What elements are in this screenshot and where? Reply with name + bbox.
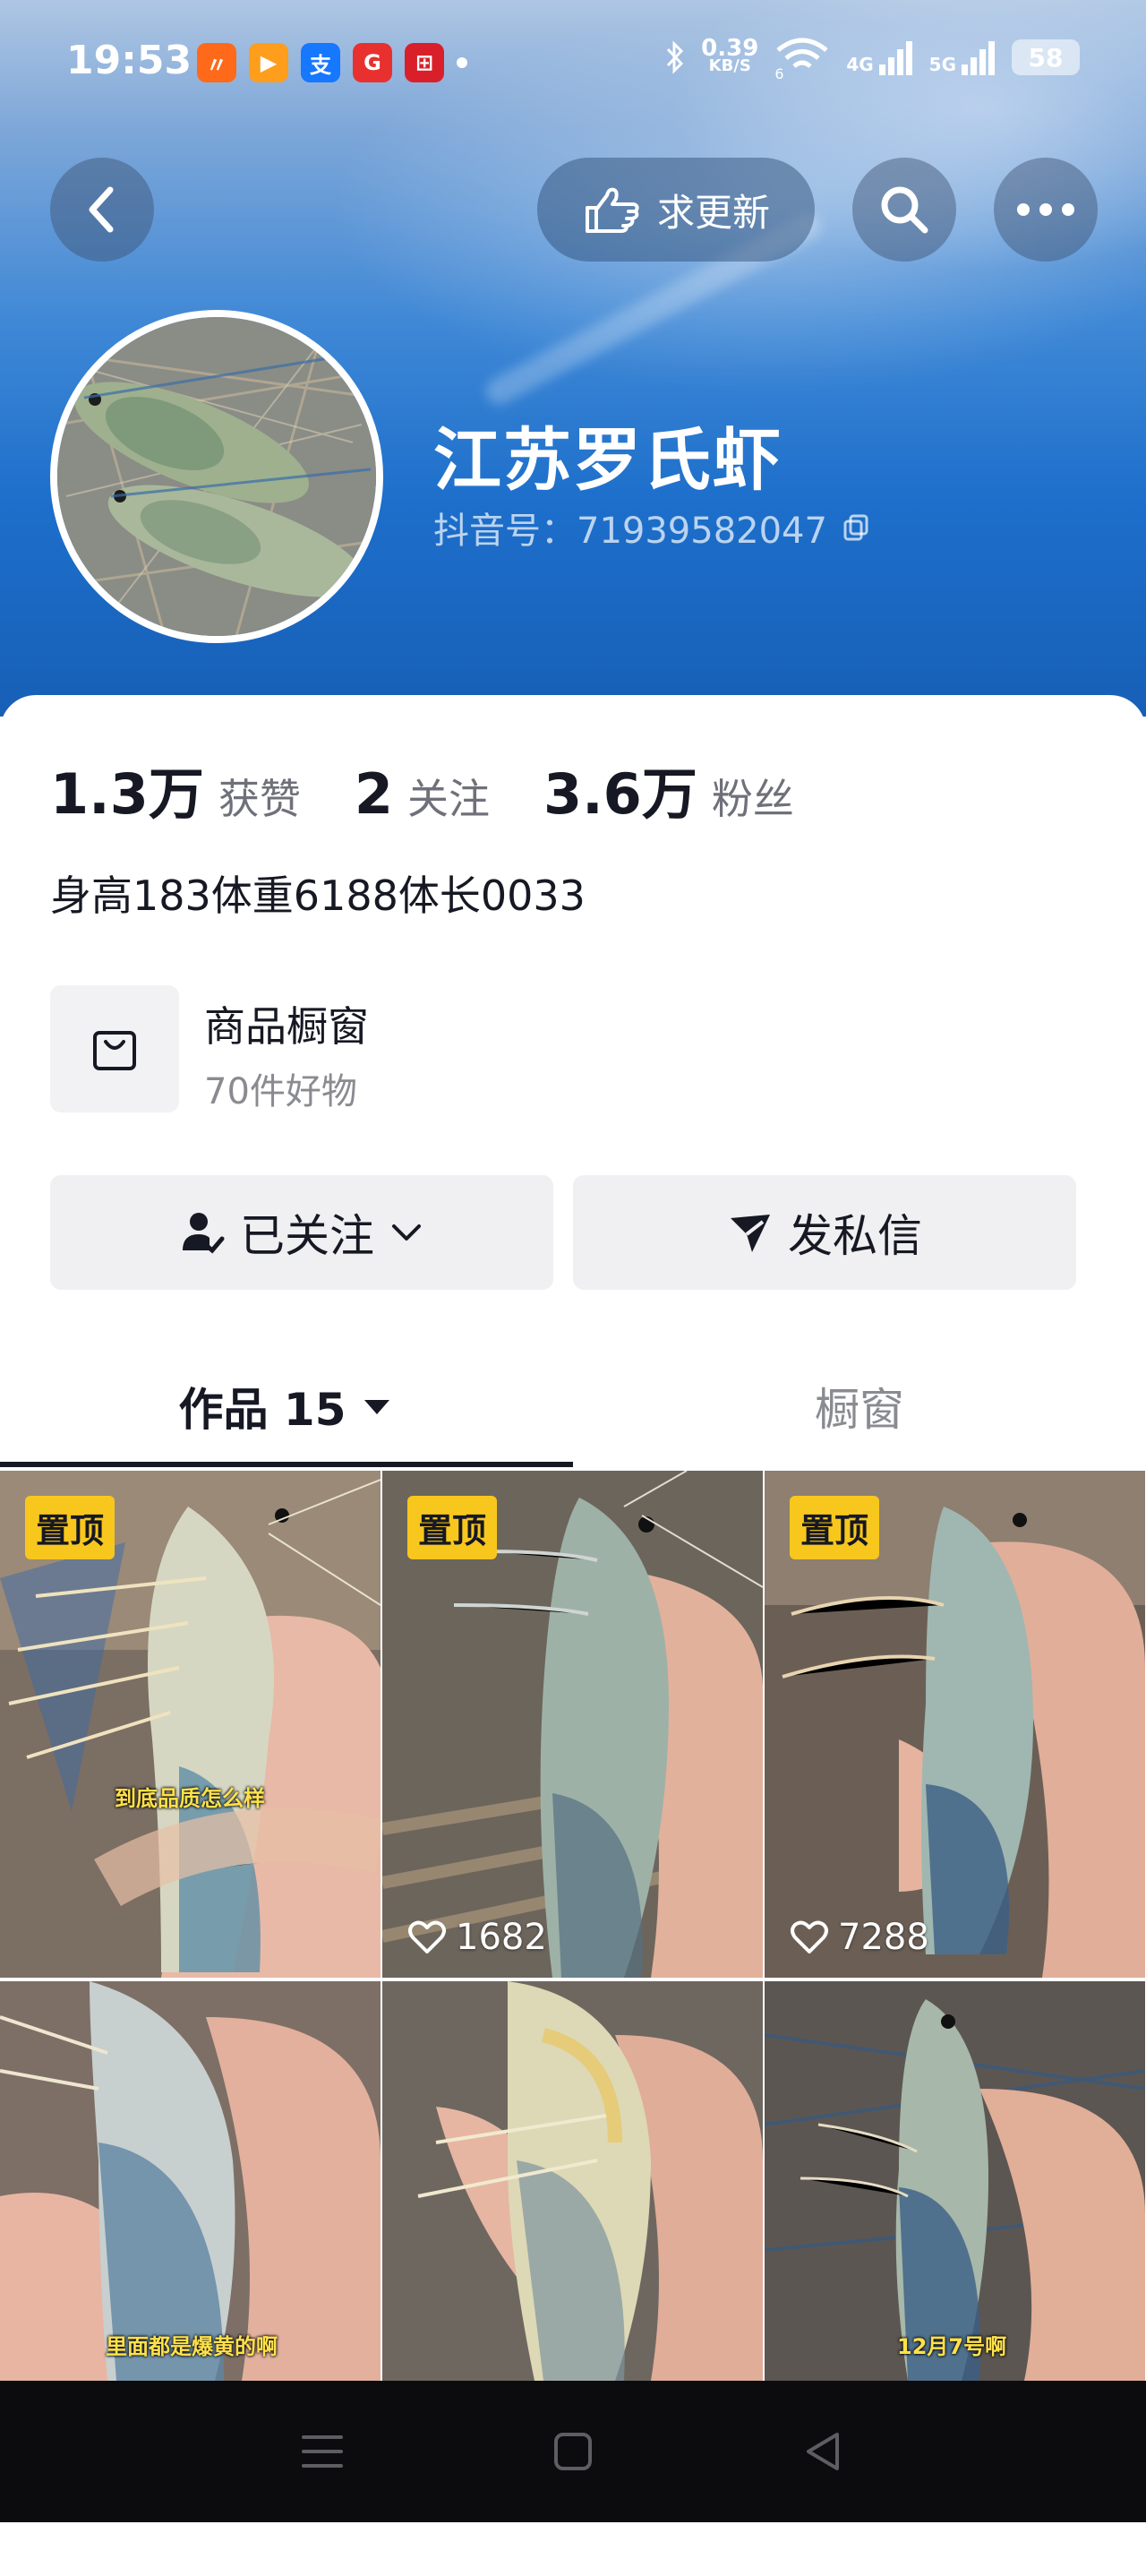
active-tab-indicator [0,1462,573,1467]
douyin-id-text: 抖音号：71939582047 [433,511,827,552]
system-navigation-bar [0,2381,1146,2522]
video-app-icon: ▶ [249,43,288,82]
followed-label: 已关注 [240,1210,374,1262]
net-speed: 0.39 KB/S [701,35,759,75]
signal-bars-icon [878,41,912,75]
signal-5g-label: 5G [928,54,956,75]
video-thumbnail[interactable]: 里面都是爆黄的啊 [0,1981,381,2381]
back-triangle-icon[interactable] [801,2429,846,2474]
tab-shop-window[interactable]: 橱窗 [573,1344,1146,1469]
shopping-bag-icon [93,1031,136,1070]
video-likes: 1682 [407,1917,547,1958]
profile-header: 19:53 〃 ▶ 支 G ⊞ 0.39 KB/S 6 4G 5G 58 求更新… [0,0,1146,717]
heart-icon [791,1920,828,1953]
followers-count[interactable]: 3.6万 [543,749,697,829]
send-message-button[interactable]: 发私信 [573,1175,1076,1290]
alipay-icon: 支 [301,43,340,82]
pinned-badge: 置顶 [407,1496,498,1559]
chevron-down-icon [392,1224,421,1241]
more-notifications-dot [457,57,467,68]
tab-works-label: 作品 15 [178,1384,346,1436]
video-likes-count: 7288 [838,1917,929,1958]
g-app-icon: G [353,43,392,82]
search-button[interactable] [852,158,956,262]
shop-window-subtitle[interactable]: 70件好物 [204,1062,357,1114]
likes-label: 获赞 [218,775,301,823]
video-caption: 到底品质怎么样 [115,1786,265,1811]
shrimp-video-thumbnail [0,1981,381,2381]
following-label[interactable]: 关注 [407,767,490,826]
douyin-id-row[interactable]: 抖音号：71939582047 [433,502,872,554]
signal-4g: 4G [846,39,912,75]
signal-5g: 5G [929,39,996,75]
pinned-badge: 置顶 [790,1496,880,1559]
pinned-badge: 置顶 [25,1496,115,1559]
battery-indicator: 58 [1012,39,1080,75]
notification-icons: 〃 ▶ 支 G ⊞ [197,43,467,82]
shrimp-video-thumbnail [382,1981,763,2381]
heart-icon [408,1920,446,1953]
video-likes-count: 1682 [456,1917,547,1958]
status-time: 19:53 [66,38,192,83]
pointing-hand-icon [585,187,639,233]
video-caption: 里面都是爆黄的啊 [106,2334,278,2359]
signal-4g-label: 4G [846,54,874,75]
bluetooth-icon [667,40,684,74]
more-button[interactable] [994,158,1098,262]
bio-text: 身高183体重6188体长0033 [50,872,586,920]
home-square-icon[interactable] [551,2429,595,2474]
status-indicators: 0.39 KB/S 6 4G 5G 58 [665,35,1080,82]
video-thumbnail[interactable]: 置顶 7288 [765,1471,1145,1978]
caret-down-icon [363,1400,389,1414]
send-message-label: 发私信 [788,1210,922,1262]
shop-window-entry[interactable] [50,985,179,1112]
copy-icon[interactable] [842,512,872,543]
wifi-label: 6 [774,65,784,82]
video-thumbnail[interactable]: 置顶 到底品质怎么样 [0,1471,381,1978]
request-update-label: 求更新 [656,190,770,235]
stats-row: 1.3万 获赞 2 关注 3.6万 粉丝 [50,749,848,829]
net-speed-value: 0.39 [701,35,759,62]
video-thumbnail[interactable]: 12月7号啊 [765,1981,1145,2381]
account-name: 江苏罗氏虾 [433,420,783,500]
search-icon [881,186,928,234]
followers-label[interactable]: 粉丝 [712,767,794,826]
following-count[interactable]: 2 [355,761,393,827]
tab-shop-label: 橱窗 [815,1384,904,1436]
menu-icon[interactable] [300,2432,345,2471]
video-caption: 12月7号啊 [897,2334,1007,2359]
shopping-app-icon: ⊞ [405,43,444,82]
request-update-button[interactable]: 求更新 [537,158,815,262]
video-thumbnail[interactable] [382,1981,763,2381]
video-thumbnail[interactable]: 置顶 1682 [382,1471,763,1978]
shrimp-video-thumbnail [765,1981,1145,2381]
signal-bars-icon [962,41,995,75]
tab-works[interactable]: 作品 15 [0,1344,573,1469]
content-tabs: 作品 15 橱窗 [0,1344,1146,1469]
shrimp-avatar-image [57,317,376,636]
likes-count: 1.3万 [50,761,204,827]
video-grid: 置顶 到底品质怎么样 置顶 1682 置顶 7288 里面都是爆黄的啊 12月7… [0,1471,1146,2381]
paper-plane-icon [731,1215,770,1252]
user-check-icon [183,1213,225,1254]
video-likes: 7288 [790,1917,929,1958]
net-speed-unit: KB/S [708,56,751,75]
status-bar: 19:53 〃 ▶ 支 G ⊞ 0.39 KB/S 6 4G 5G 58 [0,0,1146,125]
shop-window-title[interactable]: 商品橱窗 [204,994,369,1053]
app-notification-icon: 〃 [197,43,236,82]
followed-button[interactable]: 已关注 [50,1175,553,1290]
more-dots-icon [1017,203,1074,216]
back-button[interactable] [50,158,154,262]
back-arrow-icon [89,186,114,233]
avatar[interactable] [50,310,383,643]
wifi-indicator: 6 [774,36,830,82]
